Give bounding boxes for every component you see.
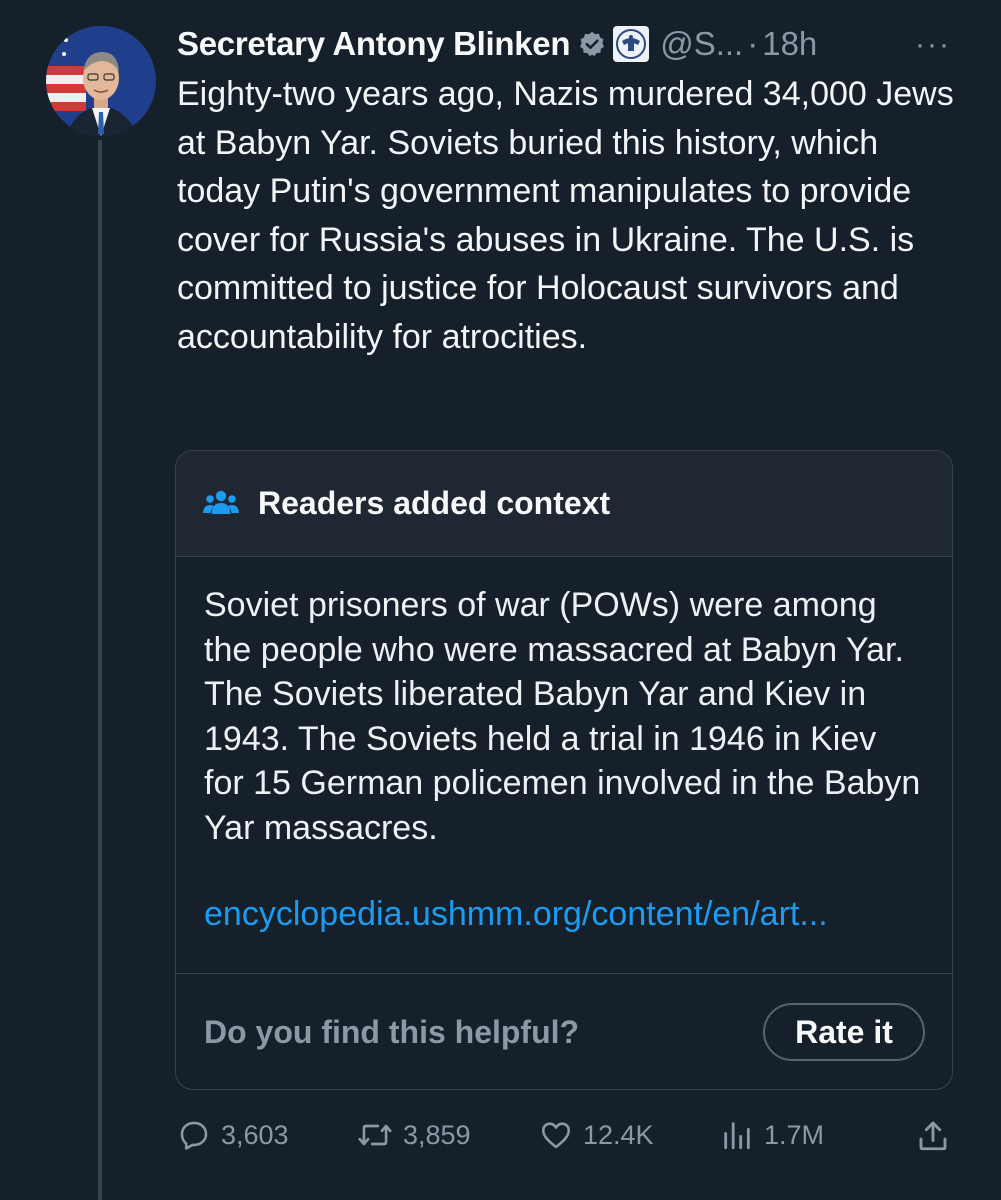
share-button[interactable] (915, 1118, 961, 1154)
author-handle[interactable]: @S... (660, 25, 743, 63)
people-icon (202, 488, 240, 520)
community-note-text: Soviet prisoners of war (POWs) were amon… (204, 586, 921, 847)
views-button[interactable]: 1.7M (720, 1118, 824, 1152)
repost-count: 3,859 (403, 1119, 471, 1150)
tweet-text: Eighty-two years ago, Nazis murdered 34,… (177, 75, 954, 356)
community-note-footer: Do you find this helpful? Rate it (176, 973, 952, 1089)
community-note-header: Readers added context (176, 451, 952, 557)
reply-icon (180, 1121, 208, 1150)
community-note-title: Readers added context (258, 485, 611, 521)
action-bar: 3,603 3,859 12.4K 1.7M (177, 1118, 957, 1164)
views-chart-icon (724, 1122, 750, 1150)
more-options-icon[interactable]: ··· (915, 28, 951, 62)
community-note-card: Readers added context Soviet prisoners o… (175, 450, 953, 1090)
community-note-body: Soviet prisoners of war (POWs) were amon… (176, 557, 952, 937)
like-button[interactable]: 12.4K (539, 1118, 654, 1152)
like-count: 12.4K (583, 1119, 654, 1150)
author-name[interactable]: Secretary Antony Blinken (177, 25, 571, 63)
avatar[interactable] (46, 26, 156, 136)
share-icon (919, 1121, 947, 1151)
verified-badge-icon (578, 30, 606, 58)
reply-button[interactable]: 3,603 (177, 1118, 289, 1152)
repost-icon (358, 1124, 392, 1146)
view-count: 1.7M (764, 1119, 825, 1150)
helpful-question: Do you find this helpful? (204, 1014, 580, 1050)
post-time[interactable]: 18h (762, 25, 817, 63)
tweet-header: Secretary Antony Blinken @S... · 18h ··· (177, 22, 967, 66)
tweet-page: Secretary Antony Blinken @S... · 18h ···… (0, 0, 1001, 1200)
rate-it-button[interactable]: Rate it (763, 1003, 925, 1061)
reply-count: 3,603 (221, 1119, 289, 1150)
repost-button[interactable]: 3,859 (357, 1118, 471, 1152)
separator-dot: · (747, 25, 759, 62)
community-note-link[interactable]: encyclopedia.ushmm.org/content/en/art... (204, 892, 924, 937)
heart-icon (541, 1122, 571, 1149)
thread-line (98, 140, 102, 1200)
government-seal-icon (612, 25, 650, 63)
